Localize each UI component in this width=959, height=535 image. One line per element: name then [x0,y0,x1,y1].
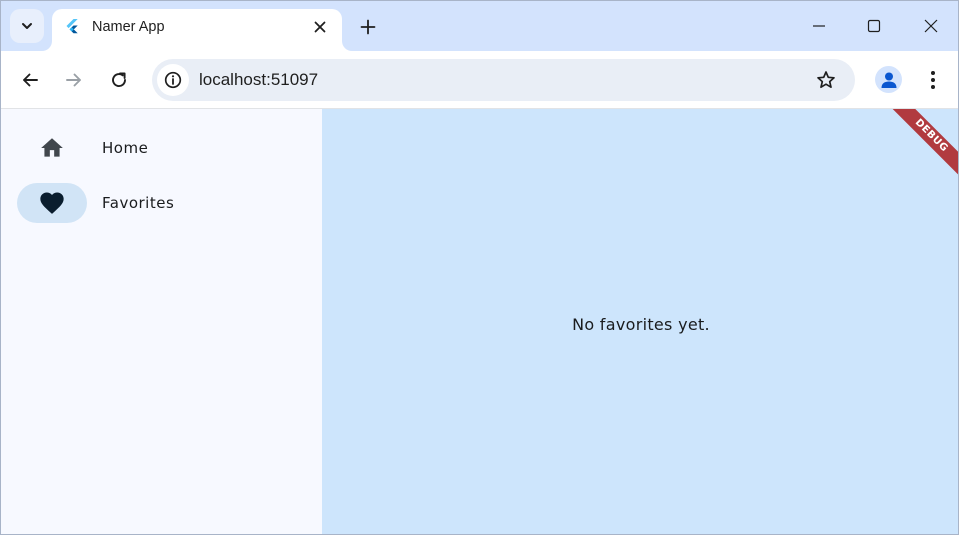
star-icon [817,71,835,89]
maximize-button[interactable] [859,11,889,41]
home-icon [41,138,63,157]
forward-arrow-icon [66,73,81,87]
empty-favorites-message: No favorites yet. [572,315,710,334]
browser-toolbar: localhost:51097 [1,51,958,109]
minimize-icon [813,25,825,27]
chevron-down-icon [22,23,32,29]
bookmark-button[interactable] [813,67,839,93]
nav-item-home[interactable]: Home [17,128,307,168]
browser-menu-button[interactable] [921,66,945,94]
close-icon [924,19,938,33]
maximize-icon [867,19,881,33]
close-icon [314,21,326,33]
forward-button[interactable] [59,65,89,95]
nav-indicator[interactable] [17,128,87,168]
tab-title: Namer App [92,19,165,35]
profile-icon [881,72,896,88]
app-viewport: Home Favorites No favorites yet. DEBUG [1,109,958,534]
reload-button[interactable] [104,65,134,95]
more-vert-icon [931,71,935,89]
new-tab-button[interactable] [355,14,381,40]
site-info-button[interactable] [157,64,189,96]
nav-indicator-active[interactable] [17,183,87,223]
tab-strip: Namer App [1,1,958,51]
address-bar[interactable]: localhost:51097 [152,59,855,101]
close-window-button[interactable] [916,11,946,41]
reload-icon [112,72,126,87]
back-button[interactable] [15,65,45,95]
nav-item-favorites[interactable]: Favorites [17,183,307,223]
tab-close-button[interactable] [310,17,330,37]
back-arrow-icon [23,73,38,87]
plus-icon [360,19,376,35]
browser-window: Namer App localhost:51097 Home Favorites… [0,0,959,535]
favorites-page: No favorites yet. DEBUG [322,109,958,534]
tab-search-button[interactable] [10,9,44,43]
flutter-logo-icon [66,19,78,34]
info-icon [164,71,182,89]
debug-banner: DEBUG [879,109,958,188]
minimize-button[interactable] [804,11,834,41]
nav-label: Home [102,139,149,157]
profile-button[interactable] [875,66,902,93]
heart-icon [40,192,64,214]
navigation-rail: Home Favorites [1,109,322,534]
url-text[interactable]: localhost:51097 [199,70,318,90]
tab-namer-app[interactable]: Namer App [52,9,342,51]
nav-label: Favorites [102,194,175,212]
